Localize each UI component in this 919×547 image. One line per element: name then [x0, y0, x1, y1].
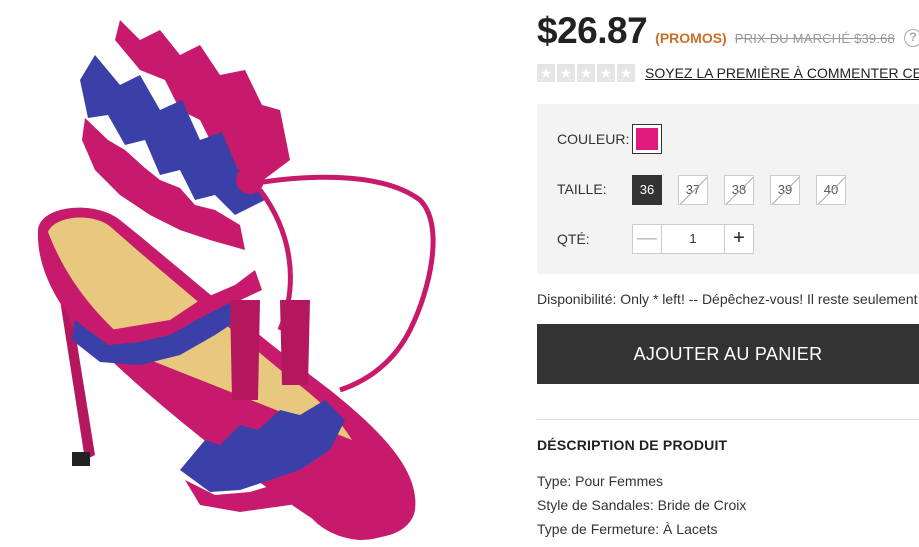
spec-item: Type: Pour Femmes	[537, 473, 664, 489]
quantity-decrease-button[interactable]: —	[632, 224, 662, 254]
divider	[537, 419, 919, 420]
spec-item: Style de Sandales: Bride de Croix	[537, 497, 747, 513]
help-icon[interactable]: ?	[904, 29, 919, 47]
availability-text: Disponibilité: Only * left! -- Dépêchez-…	[537, 291, 918, 307]
quantity-increase-button[interactable]: +	[724, 224, 754, 254]
write-review-link[interactable]: SOYEZ LA PREMIÈRE À COMMENTER CET ARTICL…	[645, 65, 919, 81]
star-icon[interactable]: ★	[537, 64, 555, 82]
star-icon[interactable]: ★	[577, 64, 595, 82]
color-label: COULEUR:	[557, 131, 630, 147]
size-option-39[interactable]: 39	[770, 175, 800, 205]
quantity-input[interactable]: 1	[662, 224, 724, 254]
star-icon[interactable]: ★	[557, 64, 575, 82]
heel-tip	[72, 452, 90, 466]
size-option-36[interactable]: 36	[632, 175, 662, 205]
size-options: 36 37 38 39 40	[632, 175, 846, 205]
product-info: $26.87 (PROMOS) PRIX DU MARCHÉ $39.68 ? …	[537, 0, 919, 547]
market-price: PRIX DU MARCHÉ $39.68	[734, 31, 895, 46]
sandal-illustration	[37, 20, 436, 540]
color-swatch-fill	[636, 128, 658, 150]
lace-knot	[236, 166, 264, 194]
options-panel: COULEUR: TAILLE: 36 37 38 39 40 QTÉ: — 1…	[537, 104, 919, 274]
price-row: $26.87 (PROMOS) PRIX DU MARCHÉ $39.68 ?	[537, 10, 919, 52]
rating-row: ★ ★ ★ ★ ★ SOYEZ LA PREMIÈRE À COMMENTER …	[537, 64, 919, 82]
size-option-40[interactable]: 40	[816, 175, 846, 205]
promo-tag[interactable]: (PROMOS)	[655, 30, 727, 46]
spec-item: Type de Fermeture: À Lacets	[537, 521, 718, 537]
color-swatch-selected[interactable]	[632, 124, 662, 154]
current-price: $26.87	[537, 10, 648, 51]
quantity-label: QTÉ:	[557, 231, 590, 247]
star-icon[interactable]: ★	[617, 64, 635, 82]
add-to-cart-button[interactable]: AJOUTER AU PANIER	[537, 324, 919, 384]
size-label: TAILLE:	[557, 181, 607, 197]
description-title: DÉSCRIPTION DE PRODUIT	[537, 437, 728, 453]
quantity-stepper: — 1 +	[632, 224, 754, 254]
size-option-37[interactable]: 37	[678, 175, 708, 205]
star-icon[interactable]: ★	[597, 64, 615, 82]
star-rating[interactable]: ★ ★ ★ ★ ★	[537, 64, 635, 82]
product-image[interactable]	[0, 0, 520, 547]
size-option-38[interactable]: 38	[724, 175, 754, 205]
